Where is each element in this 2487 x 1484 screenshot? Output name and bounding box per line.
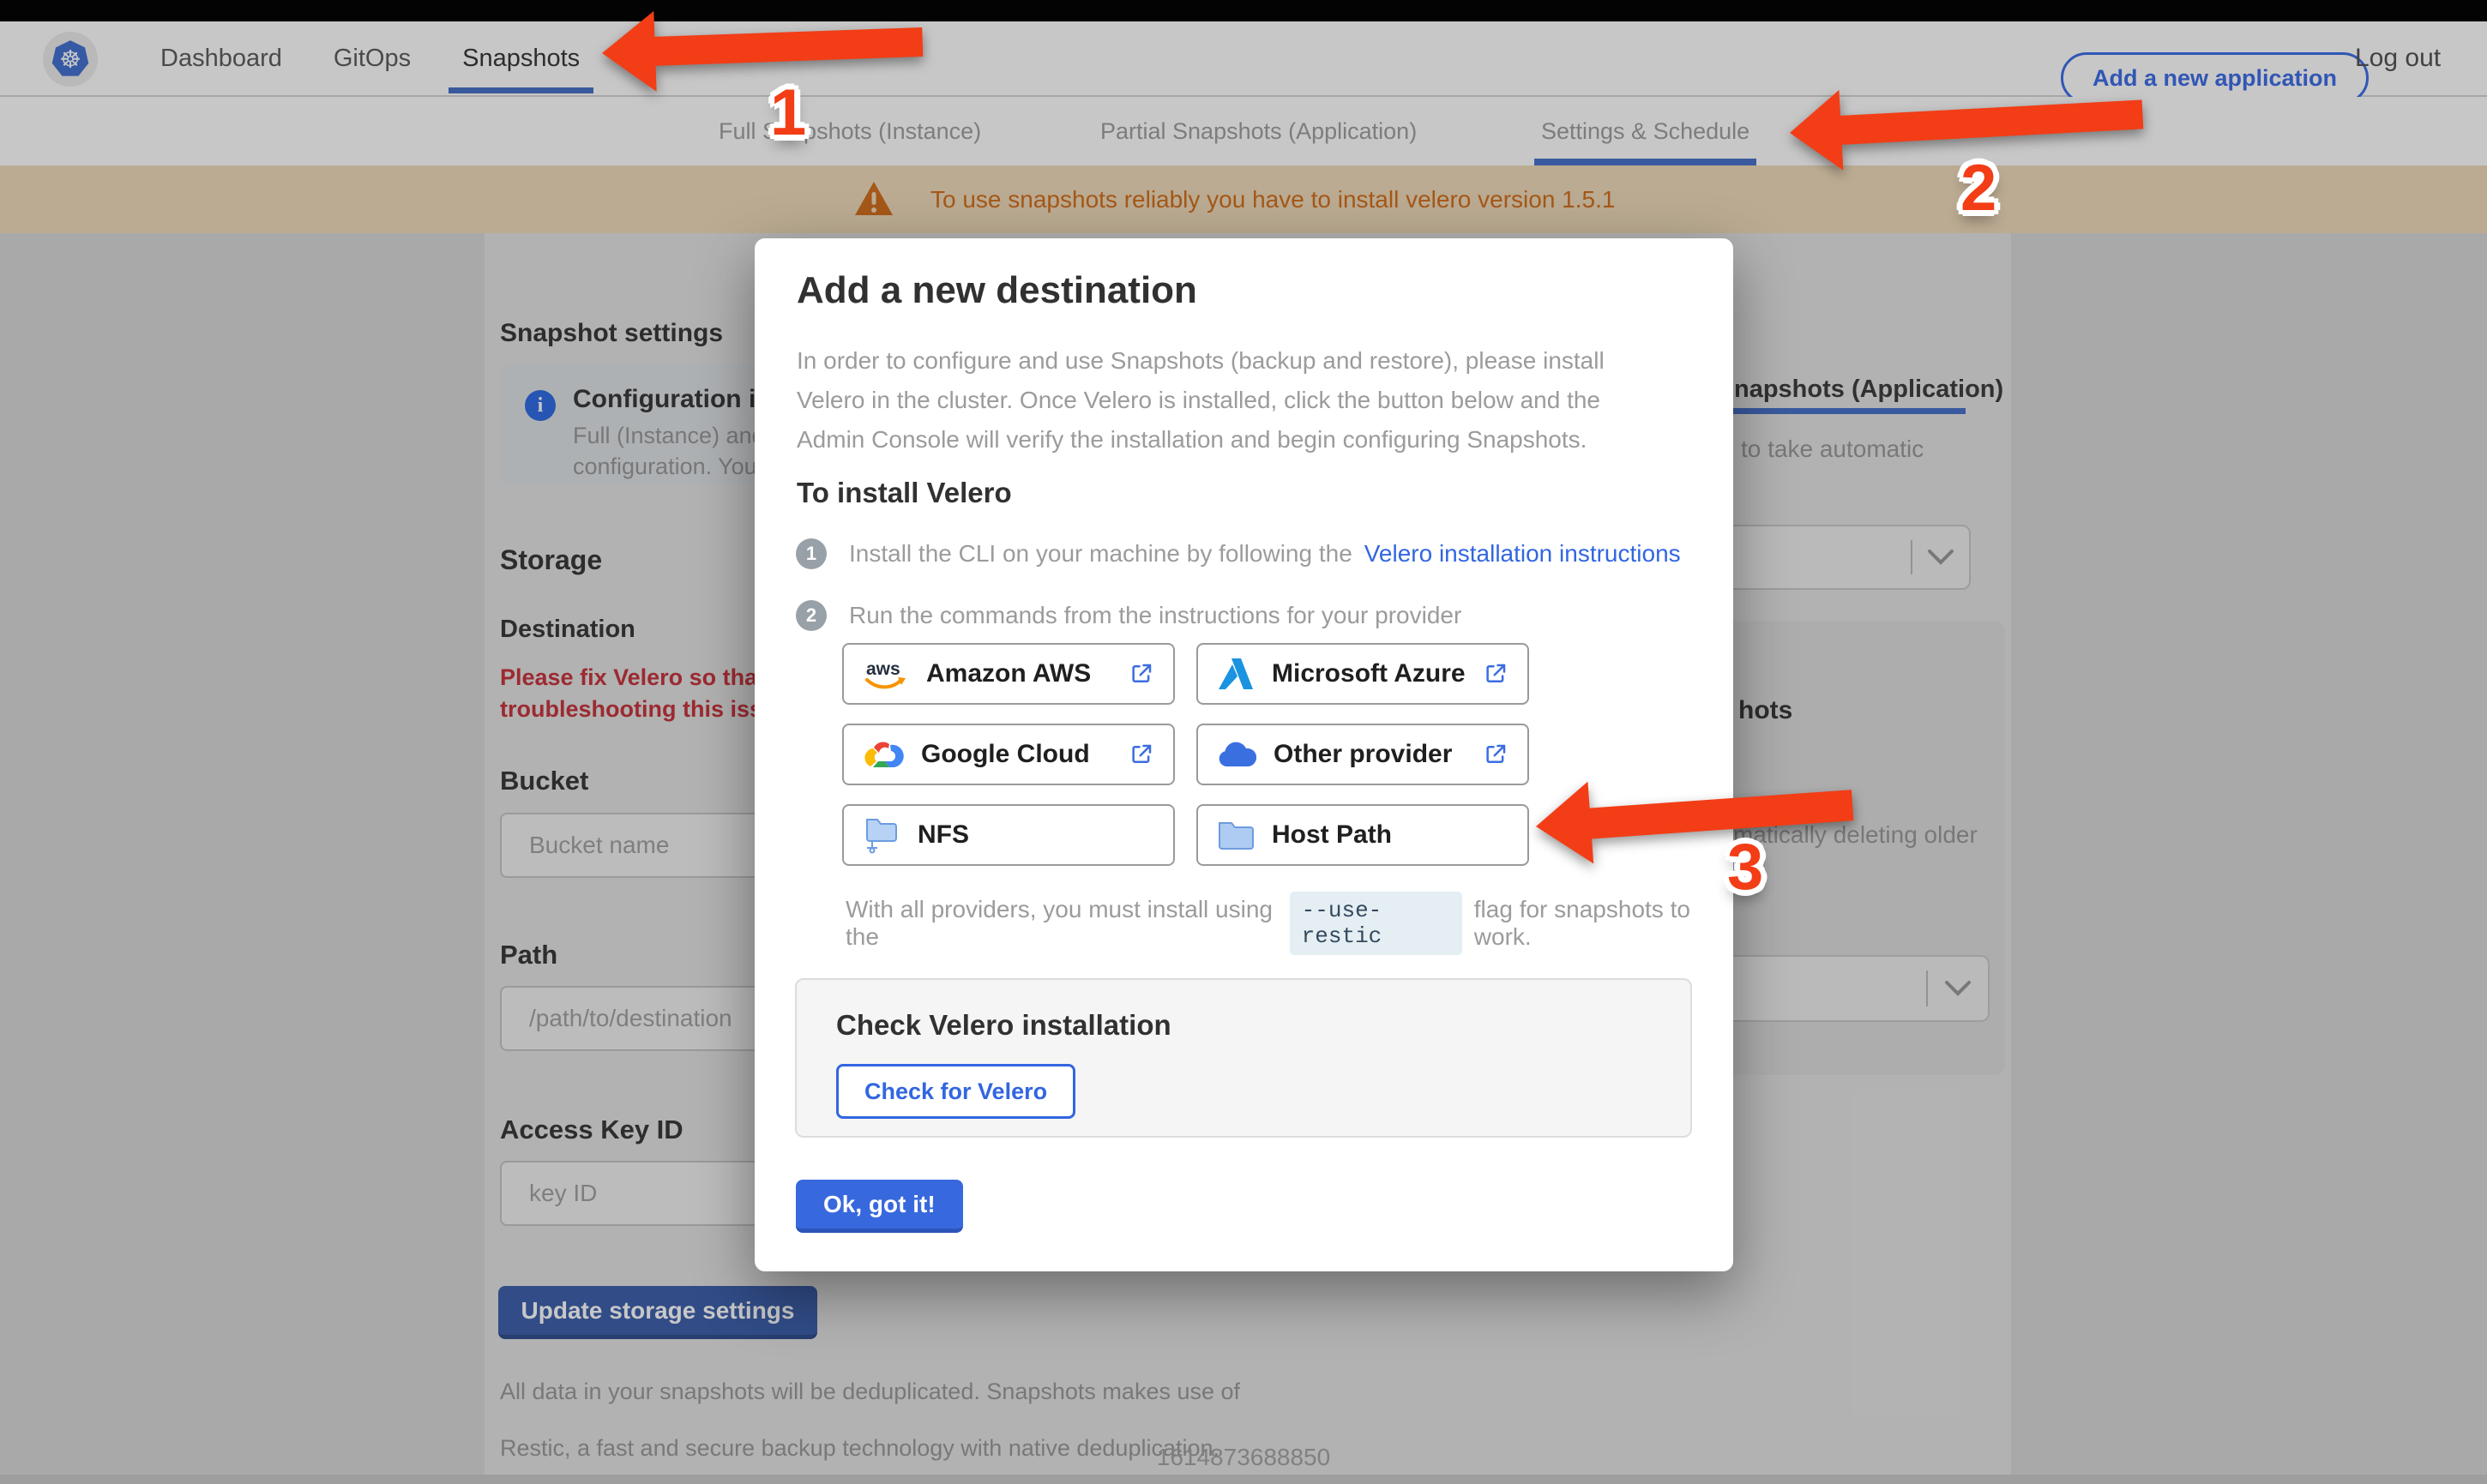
modal-description: In order to configure and use Snapshots … <box>797 347 1605 453</box>
provider-label: Microsoft Azure <box>1272 659 1466 688</box>
install-step-1: 1 Install the CLI on your machine by fol… <box>796 538 1681 569</box>
azure-icon <box>1219 658 1253 689</box>
google-cloud-icon <box>864 742 904 767</box>
annotation-number-3: 3 <box>1727 831 1764 904</box>
arrow-head <box>1533 781 1594 868</box>
arrow-shaft <box>1586 790 1854 839</box>
folder-icon <box>1219 822 1254 850</box>
install-step-2: 2 Run the commands from the instructions… <box>796 600 1461 631</box>
provider-nfs[interactable]: NFS <box>842 804 1175 866</box>
arrow-shaft <box>651 27 924 66</box>
add-destination-modal: Add a new destination In order to config… <box>755 238 1733 1271</box>
check-for-velero-button[interactable]: Check for Velero <box>836 1064 1076 1119</box>
restic-flag-code: --use-restic <box>1289 892 1462 955</box>
ok-got-it-button[interactable]: Ok, got it! <box>796 1180 963 1233</box>
step-number-badge: 1 <box>796 538 827 569</box>
restic-note-prefix: With all providers, you must install usi… <box>846 896 1273 950</box>
step-number-badge: 2 <box>796 600 827 631</box>
external-link-icon <box>1129 661 1154 687</box>
external-link-icon <box>1483 661 1508 687</box>
arrow-head <box>1787 89 1844 173</box>
provider-button-grid: aws Amazon AWS Microsoft Azure Google Cl… <box>842 643 1529 866</box>
aws-icon: aws <box>865 659 906 689</box>
annotation-number-1: 1 <box>770 76 807 149</box>
modal-title: Add a new destination <box>797 269 1197 311</box>
screenshot-stage: ☸ Dashboard GitOps Snapshots Add a new a… <box>0 0 2487 1484</box>
provider-label: Other provider <box>1274 740 1453 768</box>
cloud-icon <box>1219 742 1256 766</box>
external-link-icon <box>1129 742 1154 767</box>
provider-amazon-aws[interactable]: aws Amazon AWS <box>842 643 1175 705</box>
restic-note-suffix: flag for snapshots to work. <box>1473 896 1690 950</box>
step-text: Install the CLI on your machine by follo… <box>849 540 1352 567</box>
provider-host-path[interactable]: Host Path <box>1196 804 1529 866</box>
provider-other[interactable]: Other provider <box>1196 724 1529 785</box>
provider-label: NFS <box>918 820 969 849</box>
provider-label: Amazon AWS <box>926 659 1092 688</box>
velero-instructions-link[interactable]: Velero installation instructions <box>1364 540 1681 568</box>
nfs-folder-icon <box>866 819 897 854</box>
svg-text:aws: aws <box>866 659 900 679</box>
provider-label: Google Cloud <box>921 740 1090 768</box>
annotation-number-2: 2 <box>1960 152 1997 225</box>
annotation-arrow-1 <box>600 2 925 93</box>
arrow-head <box>600 10 657 93</box>
provider-microsoft-azure[interactable]: Microsoft Azure <box>1196 643 1529 705</box>
check-velero-heading: Check Velero installation <box>836 1009 1171 1041</box>
check-velero-section: Check Velero installation Check for Vele… <box>795 978 1692 1138</box>
restic-note: With all providers, you must install usi… <box>846 892 1733 955</box>
arrow-shaft <box>1837 99 2144 146</box>
step-text: Run the commands from the instructions f… <box>849 602 1462 628</box>
provider-google-cloud[interactable]: Google Cloud <box>842 724 1175 785</box>
install-velero-heading: To install Velero <box>797 477 1012 508</box>
external-link-icon <box>1483 742 1508 767</box>
provider-label: Host Path <box>1272 820 1393 849</box>
